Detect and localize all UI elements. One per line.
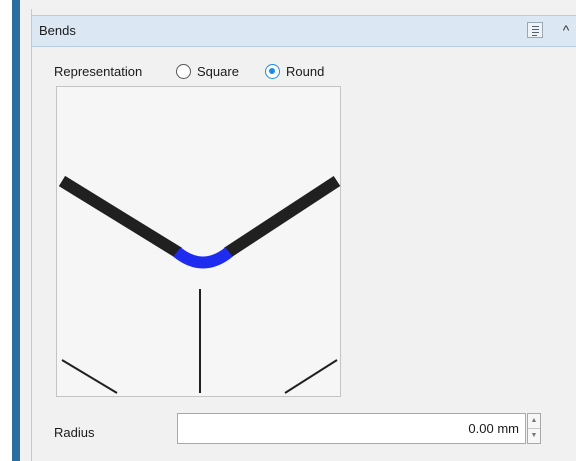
spin-up-icon[interactable]: ▲ (528, 414, 540, 429)
window-edge (0, 0, 12, 461)
square-radio[interactable] (176, 64, 191, 79)
right-wall-segment (223, 175, 341, 259)
left-wall-segment (58, 175, 183, 259)
representation-label: Representation (54, 64, 143, 79)
right-guide-line (284, 359, 338, 394)
side-gap (20, 0, 31, 461)
radius-label: Radius (54, 425, 95, 440)
round-bend-arc (173, 247, 233, 269)
bends-panel: Bends ^ Representation Square Round Radi… (31, 9, 576, 461)
chevron-up-icon[interactable]: ^ (559, 23, 573, 37)
spin-down-icon[interactable]: ▼ (528, 429, 540, 443)
round-radio-label[interactable]: Round (286, 64, 324, 79)
panel-header[interactable]: Bends ^ (32, 15, 576, 47)
bend-preview (56, 86, 341, 397)
left-guide-line (61, 359, 118, 394)
radius-spinner[interactable]: ▲ ▼ (527, 413, 541, 444)
panel-title: Bends (39, 23, 76, 38)
round-radio[interactable] (265, 64, 280, 79)
properties-list-icon[interactable] (527, 22, 543, 38)
square-radio-label[interactable]: Square (197, 64, 239, 79)
bend-preview-drawing (58, 175, 341, 394)
side-accent-bar (12, 0, 20, 461)
radius-input[interactable]: 0.00 mm (177, 413, 526, 444)
